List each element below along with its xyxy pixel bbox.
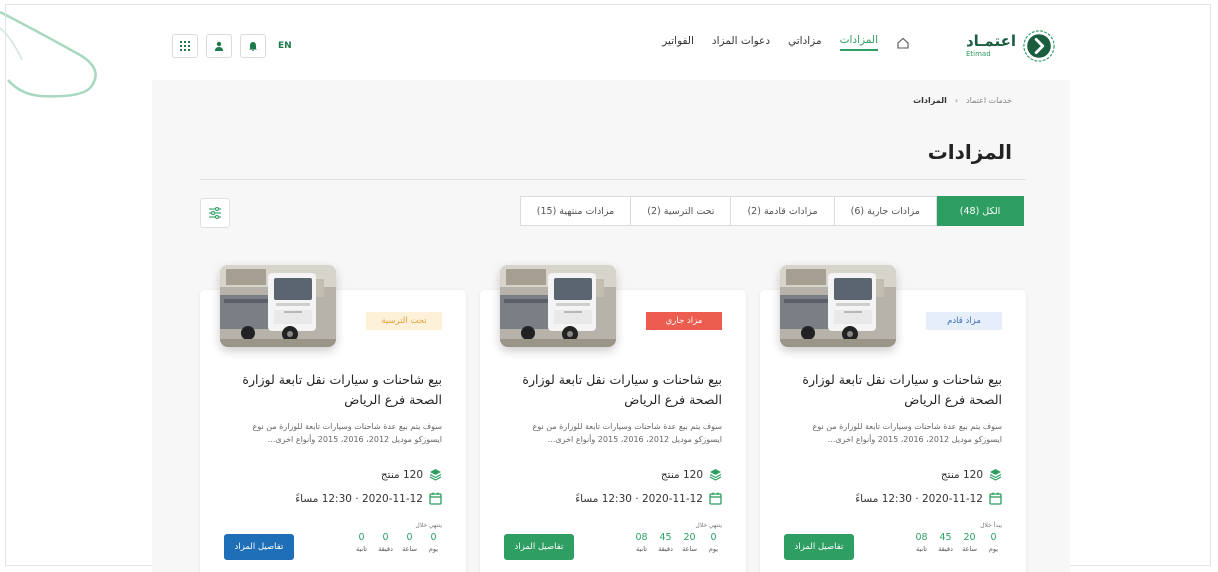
breadcrumb-current: المزادات bbox=[913, 96, 947, 105]
main-nav: المزادات مزاداتي دعوات المزاد الفواتير bbox=[662, 34, 910, 51]
products-count: 120 منتج bbox=[661, 468, 722, 481]
tab-all[interactable]: الكل (48) bbox=[936, 196, 1024, 226]
countdown-timer: 0 يوم 20 ساعة 45 دقيقة 08 ثانية bbox=[635, 532, 719, 553]
countdown-hours: 20 bbox=[963, 532, 976, 543]
nav-item-my-auctions[interactable]: مزاداتي bbox=[788, 35, 822, 50]
auction-description: سوف يتم بيع عدة شاحنات وسيارات تابعة للو… bbox=[252, 422, 442, 444]
truck-image bbox=[220, 265, 336, 347]
auction-card-awarding: تحت الترسية بيع شاحنات و سيارات نقل تابع… bbox=[200, 265, 466, 572]
chevron-left-icon: ‹ bbox=[954, 96, 959, 105]
nav-item-auctions[interactable]: المزادات bbox=[839, 34, 878, 51]
apps-grid-button[interactable] bbox=[172, 34, 198, 58]
auction-details-button[interactable]: تفاصيل المزاد bbox=[224, 534, 294, 560]
products-count: 120 منتج bbox=[381, 468, 442, 481]
countdown-seconds: 08 bbox=[915, 532, 928, 543]
auction-card-upcoming: مزاد قادم بيع شاحنات و سيارات نقل تابعة … bbox=[760, 265, 1026, 572]
calendar-icon bbox=[429, 492, 442, 505]
tab-ended[interactable]: مزادات منتهية (15) bbox=[519, 196, 632, 226]
tab-upcoming[interactable]: مزادات قادمة (2) bbox=[730, 196, 835, 226]
profile-button[interactable] bbox=[206, 34, 232, 58]
status-badge: مزاد قادم bbox=[926, 312, 1002, 330]
auction-date: 2020-11-12 · 12:30 مساءً bbox=[295, 492, 442, 505]
countdown-days: 0 bbox=[710, 532, 717, 543]
calendar-icon bbox=[709, 492, 722, 505]
countdown-days: 0 bbox=[990, 532, 997, 543]
tab-awarding[interactable]: تحت الترسية (2) bbox=[630, 196, 732, 226]
logo-emblem-icon bbox=[1023, 30, 1055, 62]
countdown-timer: 0 يوم 20 ساعة 45 دقيقة 08 ثانية bbox=[915, 532, 999, 553]
grid-icon bbox=[180, 41, 190, 51]
truck-image bbox=[500, 265, 616, 347]
countdown-minutes: 0 bbox=[382, 532, 389, 543]
countdown-timer: 0 يوم 0 ساعة 0 دقيقة 0 ثانية bbox=[355, 532, 439, 553]
truck-image bbox=[780, 265, 896, 347]
auction-description: سوف يتم بيع عدة شاحنات وسيارات تابعة للو… bbox=[812, 422, 1002, 444]
language-toggle[interactable]: EN bbox=[278, 41, 292, 51]
auction-date: 2020-11-12 · 12:30 مساءً bbox=[575, 492, 722, 505]
auction-details-button[interactable]: تفاصيل المزاد bbox=[504, 534, 574, 560]
top-navbar: اعتمـاد Etimad المزادات مزاداتي دعوات ال… bbox=[152, 14, 1070, 80]
auction-tabs: الكل (48) مزادات جارية (6) مزادات قادمة … bbox=[519, 196, 1024, 226]
auction-card-live: مزاد جاري بيع شاحنات و سيارات نقل تابعة … bbox=[480, 265, 746, 572]
calendar-icon bbox=[989, 492, 1002, 505]
countdown-minutes: 45 bbox=[939, 532, 952, 543]
countdown-minutes: 45 bbox=[659, 532, 672, 543]
status-badge: تحت الترسية bbox=[366, 312, 442, 330]
logo-arabic: اعتمـاد bbox=[965, 32, 1016, 50]
status-badge: مزاد جاري bbox=[646, 312, 722, 330]
home-icon[interactable] bbox=[896, 36, 910, 50]
countdown-days: 0 bbox=[430, 532, 437, 543]
filter-icon bbox=[209, 206, 221, 220]
auction-description: سوف يتم بيع عدة شاحنات وسيارات تابعة للو… bbox=[532, 422, 722, 444]
auction-title[interactable]: بيع شاحنات و سيارات نقل تابعة لوزارة الص… bbox=[224, 370, 442, 410]
notifications-button[interactable] bbox=[240, 34, 266, 58]
logo-english: Etimad bbox=[965, 50, 991, 58]
breadcrumb: خدمات اعتماد ‹ المزادات bbox=[913, 96, 1012, 105]
auction-title[interactable]: بيع شاحنات و سيارات نقل تابعة لوزارة الص… bbox=[784, 370, 1002, 410]
app-window: اعتمـاد Etimad المزادات مزاداتي دعوات ال… bbox=[152, 14, 1070, 572]
countdown-label: ينتهي خلال bbox=[415, 522, 442, 529]
layers-icon bbox=[429, 469, 442, 481]
countdown-seconds: 0 bbox=[358, 532, 365, 543]
bell-icon bbox=[249, 42, 257, 51]
countdown-seconds: 08 bbox=[635, 532, 648, 543]
breadcrumb-root[interactable]: خدمات اعتماد bbox=[966, 96, 1012, 105]
countdown-hours: 0 bbox=[406, 532, 413, 543]
nav-item-invoices[interactable]: الفواتير bbox=[662, 35, 694, 50]
countdown-label: يبدأ خلال bbox=[980, 522, 1002, 529]
etimad-logo[interactable]: اعتمـاد Etimad bbox=[966, 28, 1056, 64]
countdown-label: ينتهي خلال bbox=[695, 522, 722, 529]
layers-icon bbox=[989, 469, 1002, 481]
nav-item-auction-invitations[interactable]: دعوات المزاد bbox=[712, 35, 770, 50]
page-title: المزادات bbox=[927, 140, 1012, 164]
filter-button[interactable] bbox=[200, 198, 230, 228]
auction-date: 2020-11-12 · 12:30 مساءً bbox=[855, 492, 1002, 505]
nav-tools: EN bbox=[172, 34, 292, 58]
tab-running[interactable]: مزادات جارية (6) bbox=[833, 196, 937, 226]
title-divider bbox=[200, 179, 1026, 180]
auction-details-button[interactable]: تفاصيل المزاد bbox=[784, 534, 854, 560]
auction-title[interactable]: بيع شاحنات و سيارات نقل تابعة لوزارة الص… bbox=[504, 370, 722, 410]
layers-icon bbox=[709, 469, 722, 481]
countdown-hours: 20 bbox=[683, 532, 696, 543]
user-icon bbox=[215, 41, 223, 51]
products-count: 120 منتج bbox=[941, 468, 1002, 481]
